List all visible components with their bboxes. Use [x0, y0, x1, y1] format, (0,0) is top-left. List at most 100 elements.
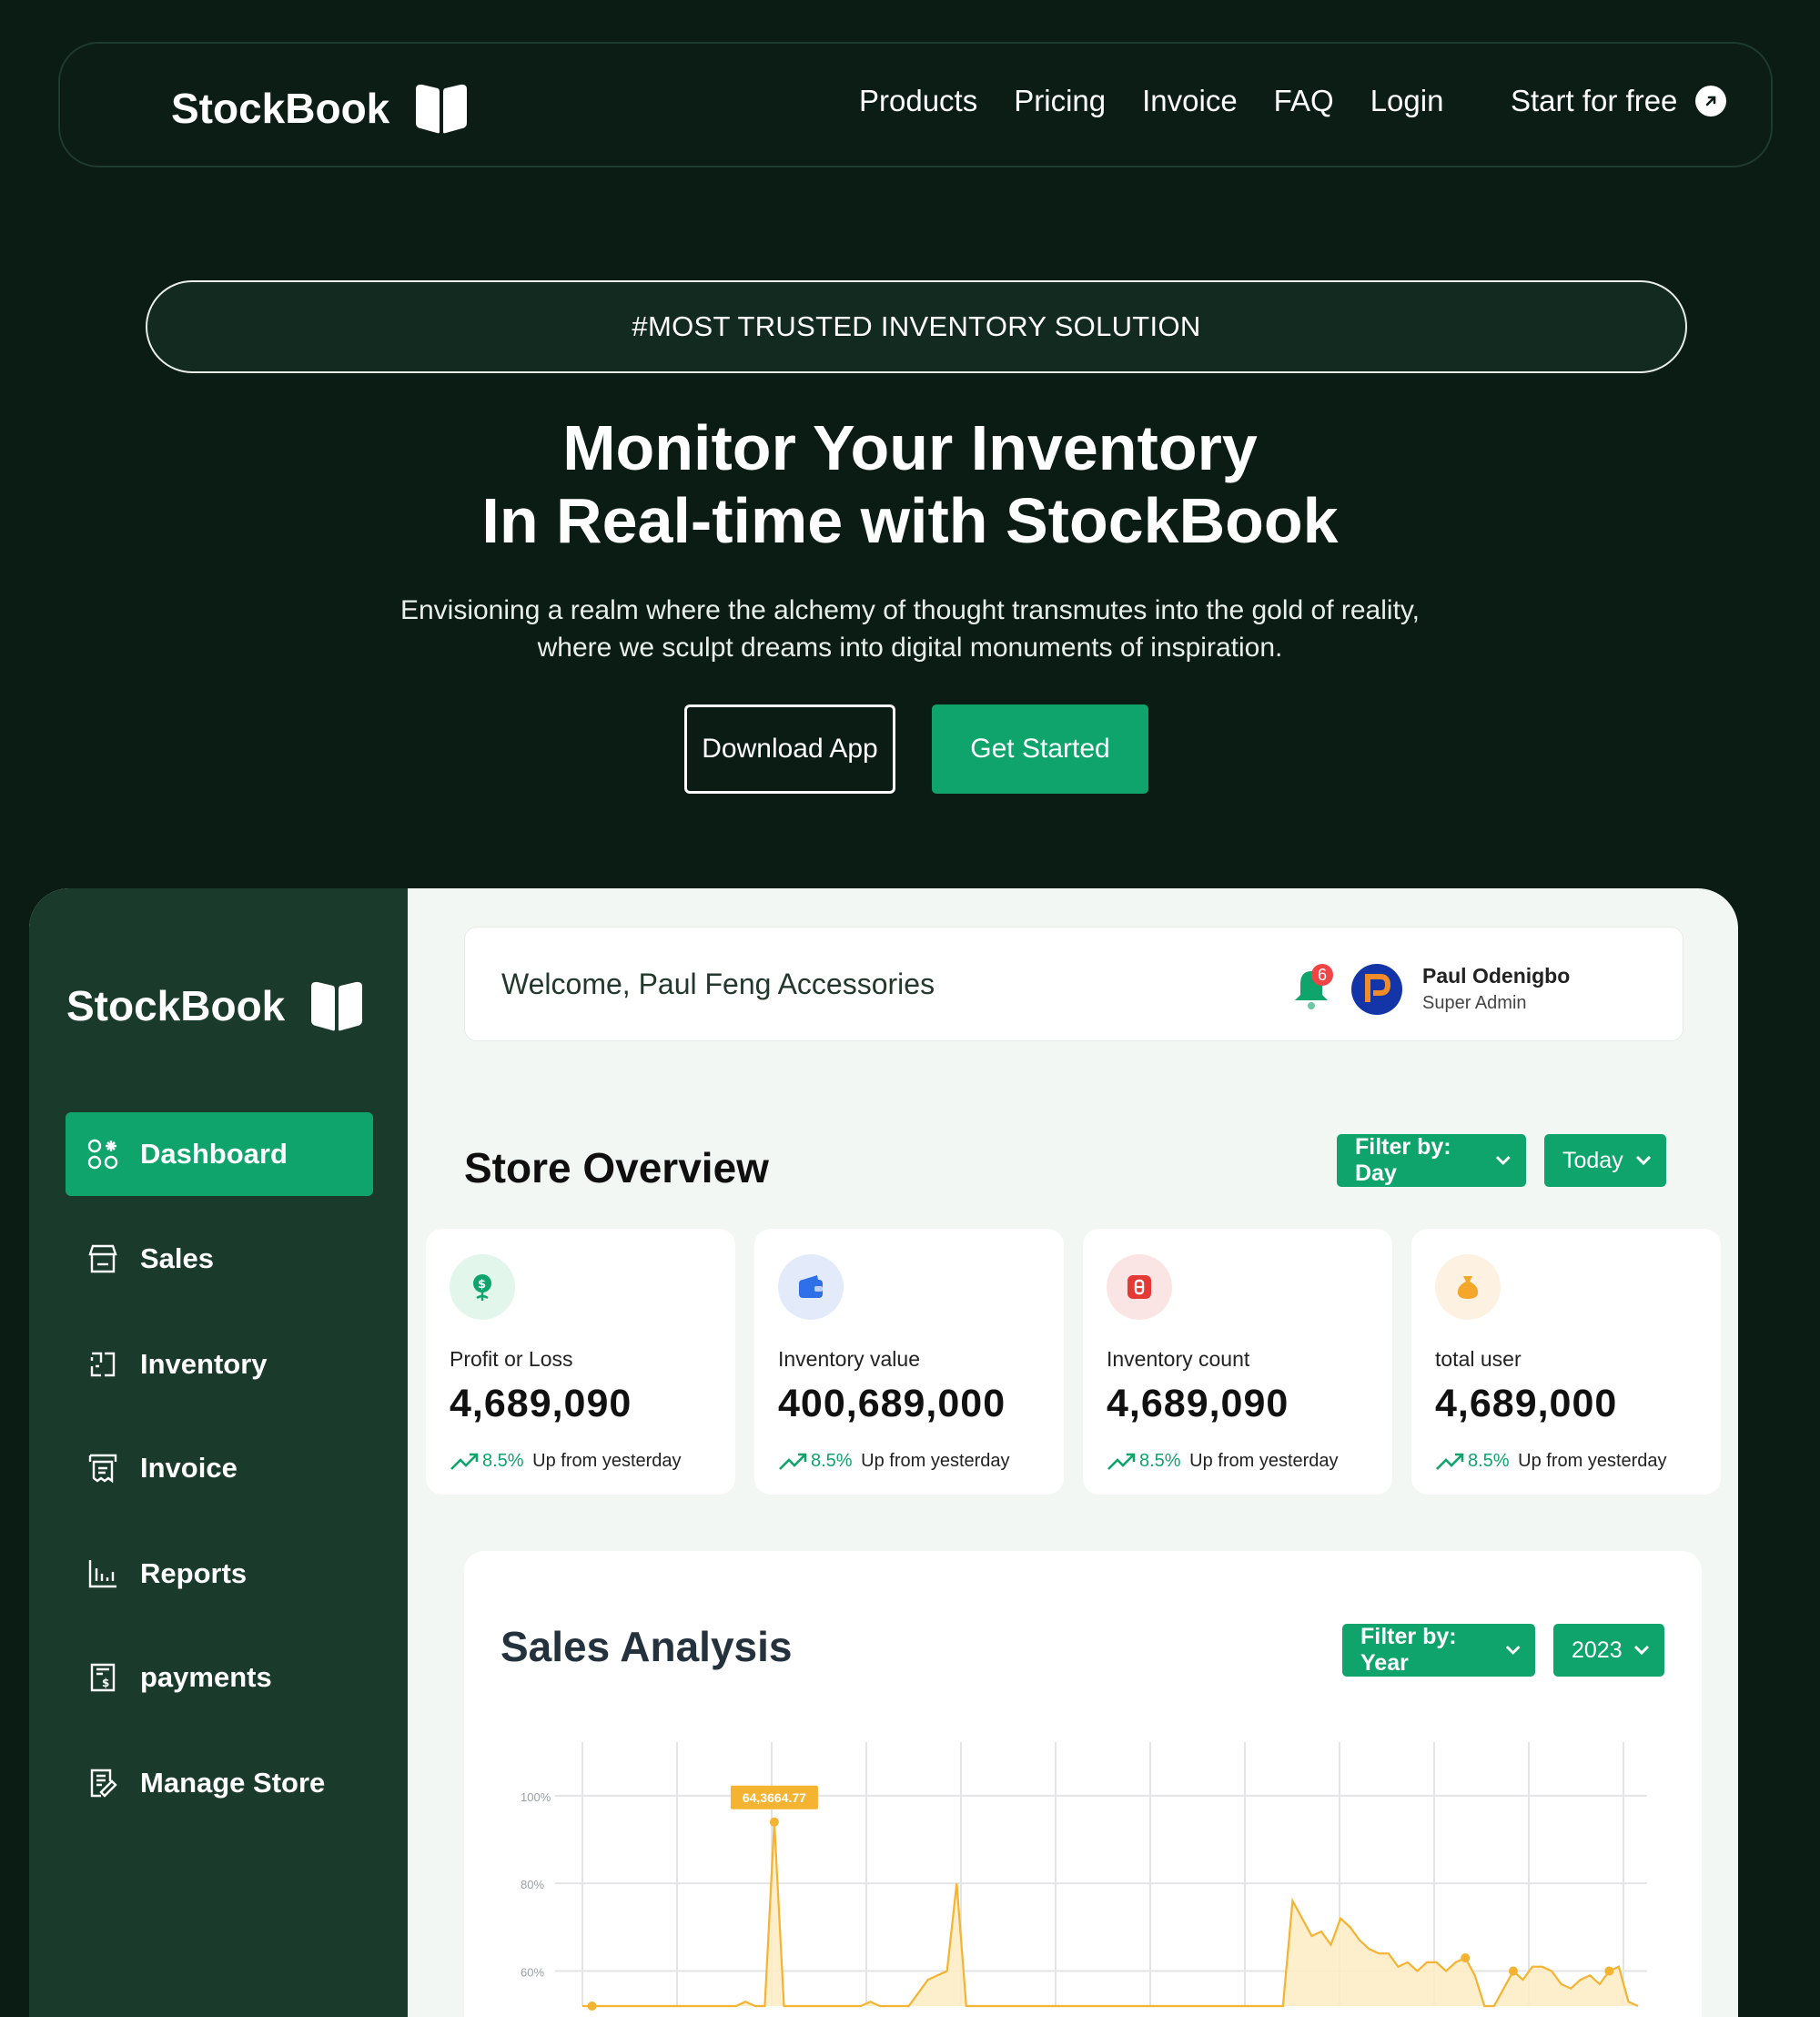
sidebar-item-label: Invoice [140, 1452, 238, 1484]
user-role: Super Admin [1422, 993, 1527, 1013]
sales-area-chart: 100% 80% 60% 64,3664.77 [521, 1742, 1647, 2011]
stat-value: 4,689,090 [1107, 1382, 1289, 1425]
hero-subtitle-line-2: where we sculpt dreams into digital monu… [537, 633, 1283, 663]
edit-document-icon [86, 1766, 120, 1800]
dashboard-preview: StockBook Dashboard Sales Inventory Invo… [29, 888, 1738, 2017]
sidebar-item-label: payments [140, 1661, 272, 1693]
sidebar-item-label: Reports [140, 1557, 248, 1589]
stat-value: 400,689,000 [778, 1382, 1006, 1425]
invoice-icon [86, 1451, 120, 1485]
sidebar-item-label: Manage Store [140, 1767, 326, 1799]
sidebar-item-label: Inventory [140, 1348, 268, 1380]
sidebar-item-label: Sales [140, 1242, 215, 1274]
year-dropdown[interactable]: 2023 [1553, 1624, 1664, 1677]
filter-year-dropdown[interactable]: Filter by: Year [1342, 1624, 1535, 1677]
svg-text:$: $ [102, 1677, 109, 1689]
chart-y-tick-label: 100% [521, 1790, 551, 1804]
sidebar-item-dashboard[interactable]: Dashboard [66, 1112, 373, 1196]
stat-card-inventory-count: Inventory count 4,689,090 8.5% Up from y… [1083, 1229, 1392, 1495]
stat-trend: 8.5% Up from yesterday [1107, 1451, 1339, 1472]
trend-up-icon [779, 1453, 807, 1470]
dashboard-grid-icon [86, 1137, 120, 1171]
start-for-free-label: Start for free [1511, 84, 1678, 117]
stat-card-profit: $ Profit or Loss 4,689,090 8.5% Up from … [426, 1229, 735, 1495]
box-icon [1107, 1254, 1172, 1320]
stat-trend-pct: 8.5% [1468, 1451, 1510, 1471]
money-plant-icon: $ [450, 1254, 515, 1320]
stat-label: Inventory count [1107, 1347, 1250, 1371]
navbar-logo[interactable]: StockBook [171, 82, 470, 135]
stat-trend-text: Up from yesterday [1518, 1451, 1667, 1471]
chart-data-point [769, 1817, 779, 1827]
sales-analysis-title: Sales Analysis [500, 1623, 793, 1670]
sidebar-logo[interactable]: StockBook [66, 979, 365, 1032]
nav-link-products[interactable]: Products [859, 84, 977, 118]
stat-trend-text: Up from yesterday [1189, 1451, 1339, 1471]
chevron-down-icon [1633, 1645, 1650, 1656]
nav-link-login[interactable]: Login [1370, 84, 1444, 118]
hero-subtitle-line-1: Envisioning a realm where the alchemy of… [399, 595, 1421, 625]
top-navbar: StockBook Products Pricing Invoice FAQ L… [58, 42, 1773, 167]
stat-card-total-user: total user 4,689,000 8.5% Up from yester… [1411, 1229, 1721, 1495]
receipt-icon: $ [86, 1660, 120, 1695]
sidebar-item-inventory[interactable]: Inventory [66, 1323, 373, 1406]
chart-data-point [1604, 1966, 1614, 1976]
user-name: Paul Odenigbo [1422, 964, 1571, 988]
nav-links: Products Pricing Invoice FAQ Login [859, 84, 1443, 118]
trend-up-icon [1436, 1453, 1464, 1470]
stat-card-inventory-value: Inventory value 400,689,000 8.5% Up from… [754, 1229, 1064, 1495]
stat-trend-pct: 8.5% [811, 1451, 853, 1471]
chart-area-fill [582, 1821, 1638, 2006]
hero-subtitle: Envisioning a realm where the alchemy of… [0, 592, 1820, 666]
money-bag-icon [1435, 1254, 1501, 1320]
download-app-button[interactable]: Download App [684, 704, 895, 794]
sidebar-brand-name: StockBook [66, 982, 286, 1029]
chart-y-tick-label: 60% [521, 1965, 544, 1979]
hero-title-line-2: In Real-time with StockBook [481, 485, 1339, 556]
avatar[interactable] [1351, 964, 1402, 1015]
stat-trend: 8.5% Up from yesterday [778, 1451, 1010, 1472]
chart-y-tick-label: 80% [521, 1878, 544, 1891]
chevron-down-icon [1635, 1155, 1652, 1166]
stat-value: 4,689,090 [450, 1382, 632, 1425]
sidebar-item-sales[interactable]: Sales [66, 1217, 373, 1301]
year-label: 2023 [1572, 1637, 1623, 1663]
sidebar-item-manage-store[interactable]: Manage Store [66, 1741, 373, 1825]
start-for-free-button[interactable]: Start for free [1511, 84, 1727, 118]
sidebar-item-invoice[interactable]: Invoice [66, 1426, 373, 1510]
chart-data-point [1461, 1953, 1471, 1963]
sales-analysis-card: Sales Analysis Filter by: Year 2023 100%… [464, 1551, 1702, 2017]
welcome-message: Welcome, Paul Feng Accessories [501, 968, 935, 1000]
sidebar: StockBook Dashboard Sales Inventory Invo… [29, 888, 408, 2017]
nav-link-invoice[interactable]: Invoice [1142, 84, 1238, 118]
stat-trend-pct: 8.5% [1139, 1451, 1181, 1471]
sidebar-item-payments[interactable]: $ payments [66, 1636, 373, 1719]
chart-data-point [1508, 1966, 1518, 1976]
open-book-icon [416, 84, 468, 134]
hero-title: Monitor Your Inventory In Real-time with… [0, 411, 1820, 557]
period-label: Today [1562, 1147, 1623, 1173]
filter-day-dropdown[interactable]: Filter by: Day [1337, 1134, 1526, 1187]
brand-name: StockBook [171, 85, 390, 132]
nav-link-pricing[interactable]: Pricing [1014, 84, 1106, 118]
chevron-down-icon [1496, 1156, 1512, 1165]
stat-trend-pct: 8.5% [482, 1451, 524, 1471]
stat-trend-text: Up from yesterday [532, 1451, 682, 1471]
hero-title-line-1: Monitor Your Inventory [562, 412, 1258, 483]
sidebar-item-reports[interactable]: Reports [66, 1532, 373, 1616]
nav-link-faq[interactable]: FAQ [1274, 84, 1334, 118]
filter-day-label: Filter by: Day [1355, 1134, 1451, 1186]
chart-tooltip-label: 64,3664.77 [743, 1790, 806, 1805]
get-started-button[interactable]: Get Started [932, 704, 1148, 794]
stat-trend: 8.5% Up from yesterday [450, 1451, 682, 1472]
chart-series-line [582, 1821, 1639, 2008]
stat-label: Profit or Loss [450, 1347, 573, 1371]
trend-up-icon [1107, 1453, 1136, 1470]
arrow-circle-icon [1695, 86, 1727, 117]
chart-data-point [587, 2002, 597, 2011]
store-overview-title: Store Overview [464, 1144, 769, 1191]
stat-label: Inventory value [778, 1347, 920, 1371]
open-book-icon [311, 981, 363, 1031]
inventory-icon [86, 1347, 120, 1382]
period-dropdown[interactable]: Today [1544, 1134, 1666, 1187]
